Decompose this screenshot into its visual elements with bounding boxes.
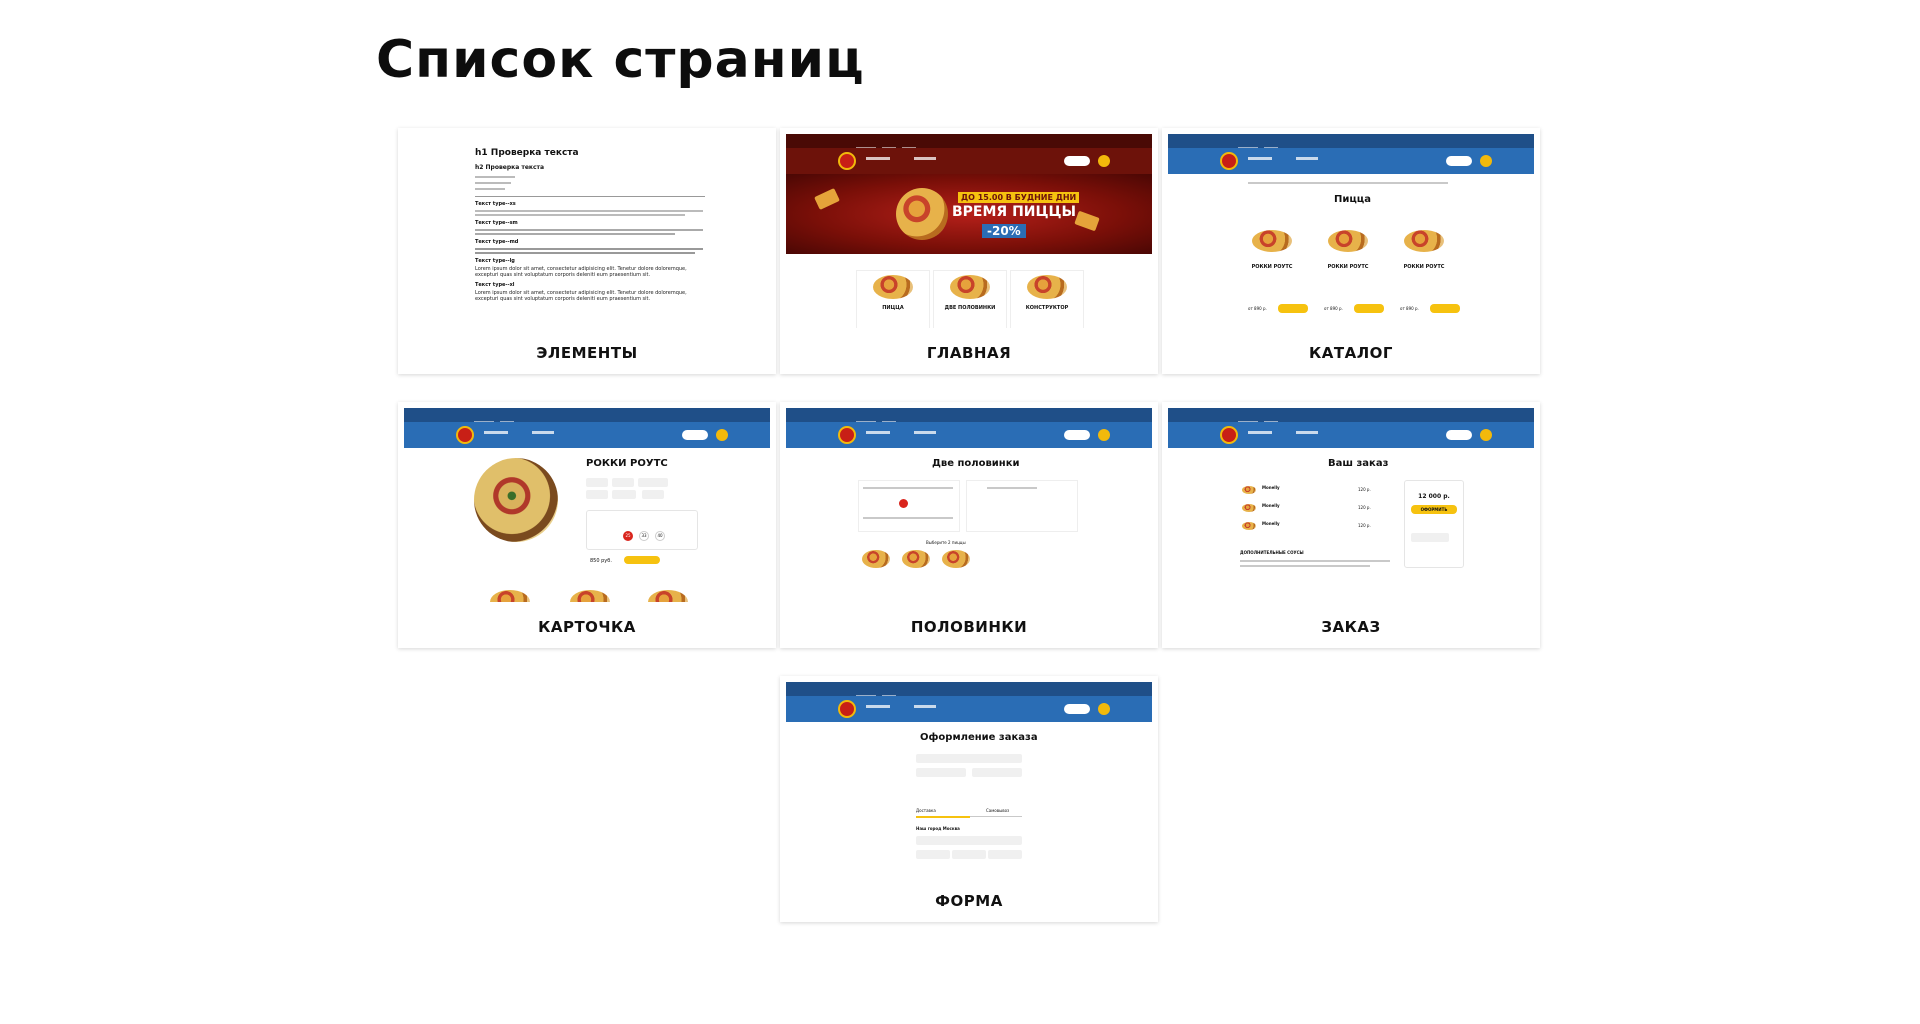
elements-type-md: Текст type--md — [475, 239, 519, 245]
elements-type-xs: Текст type--xs — [475, 201, 516, 207]
sauces-heading: ДОПОЛНИТЕЛЬНЫЕ СОУСЫ — [1240, 550, 1304, 555]
product-heading: РОККИ РОУТС — [586, 458, 668, 469]
elements-type-lg: Текст type--lg — [475, 258, 515, 264]
tile-pizza[interactable]: ПИЦЦА — [856, 270, 930, 328]
elements-lorem-2: Lorem ipsum dolor sit amet, consectetur … — [475, 290, 687, 302]
page-card-product[interactable]: РОККИ РОУТС 25 33 40 850 руб. КАРТОЧКА — [398, 402, 776, 648]
page-thumbnail-order: Ваш заказ Monelly 120 р. Monelly 120 р. … — [1168, 408, 1534, 602]
add-to-cart-button[interactable] — [624, 556, 660, 564]
select-button[interactable] — [1430, 304, 1460, 313]
promo-banner[interactable]: ДО 15.00 В БУДНИЕ ДНИ ВРЕМЯ ПИЦЦЫ -20% — [786, 174, 1152, 254]
elements-h1: h1 Проверка текста — [475, 148, 579, 158]
page-card-elements[interactable]: h1 Проверка текста h2 Проверка текста Те… — [398, 128, 776, 374]
card-label: ЭЛЕМЕНТЫ — [536, 344, 638, 362]
order-item-name: Monelly — [1262, 521, 1280, 526]
card-label: ПОЛОВИНКИ — [910, 618, 1028, 636]
banner-discount: -20% — [982, 224, 1026, 238]
catalog-heading: Пицца — [1334, 194, 1371, 205]
order-item-price: 120 р. — [1358, 505, 1371, 510]
product-name: РОККИ РОУТС — [1327, 264, 1369, 270]
page-title: Список страниц — [376, 30, 865, 90]
halves-heading: Две половинки — [932, 458, 1020, 469]
product-price: от 890 р. — [1248, 306, 1267, 311]
product-price: 850 руб. — [590, 558, 612, 564]
select-button[interactable] — [1278, 304, 1308, 313]
page-card-main[interactable]: ДО 15.00 В БУДНИЕ ДНИ ВРЕМЯ ПИЦЦЫ -20% П… — [780, 128, 1158, 374]
halves-choose: Выберите 2 пиццы — [926, 540, 966, 545]
checkout-button[interactable]: ОФОРМИТЬ — [1411, 505, 1457, 514]
tile-constructor[interactable]: КОНСТРУКТОР — [1010, 270, 1084, 328]
order-total: 12 000 р. — [1418, 493, 1450, 500]
order-item-price: 120 р. — [1358, 523, 1371, 528]
banner-line1: ДО 15.00 В БУДНИЕ ДНИ — [958, 192, 1080, 203]
banner-line2: ВРЕМЯ ПИЦЦЫ — [952, 204, 1076, 220]
page-card-halves[interactable]: Две половинки Выберите 2 пиццы ПОЛОВИНКИ — [780, 402, 1158, 648]
page-card-form[interactable]: Оформление заказа Доставка Самовывоз Наш… — [780, 676, 1158, 922]
form-heading: Оформление заказа — [920, 732, 1038, 743]
page-card-catalog[interactable]: Пицца РОККИ РОУТС РОККИ РОУТС РОККИ РОУТ… — [1162, 128, 1540, 374]
page-thumbnail-form: Оформление заказа Доставка Самовывоз Наш… — [786, 682, 1152, 876]
tile-halves[interactable]: ДВЕ ПОЛОВИНКИ — [933, 270, 1007, 328]
order-item-name: Monelly — [1262, 485, 1280, 490]
page-thumbnail-halves: Две половинки Выберите 2 пиццы — [786, 408, 1152, 602]
order-heading: Ваш заказ — [1328, 458, 1389, 469]
elements-lorem: Lorem ipsum dolor sit amet, consectetur … — [475, 266, 687, 278]
order-item-price: 120 р. — [1358, 487, 1371, 492]
page-thumbnail-product: РОККИ РОУТС 25 33 40 850 руб. — [404, 408, 770, 602]
page-thumbnail-elements: h1 Проверка текста h2 Проверка текста Те… — [404, 134, 770, 328]
product-name: РОККИ РОУТС — [1403, 264, 1445, 270]
tab-pickup[interactable]: Самовывоз — [986, 808, 1009, 813]
elements-h2: h2 Проверка текста — [475, 164, 545, 171]
card-label: КАТАЛОГ — [1309, 344, 1393, 362]
product-name: РОККИ РОУТС — [1251, 264, 1293, 270]
card-label: ГЛАВНАЯ — [926, 344, 1012, 362]
select-button[interactable] — [1354, 304, 1384, 313]
order-item-name: Monelly — [1262, 503, 1280, 508]
size-option[interactable]: 25 — [623, 531, 633, 541]
size-option[interactable]: 33 — [639, 531, 649, 541]
tile-label: ДВЕ ПОЛОВИНКИ — [944, 305, 996, 311]
product-price: от 890 р. — [1400, 306, 1419, 311]
product-price: от 890 р. — [1324, 306, 1343, 311]
card-label: КАРТОЧКА — [538, 618, 636, 636]
tile-label: ПИЦЦА — [882, 305, 904, 311]
page-card-order[interactable]: Ваш заказ Monelly 120 р. Monelly 120 р. … — [1162, 402, 1540, 648]
size-option[interactable]: 40 — [655, 531, 665, 541]
tab-delivery[interactable]: Доставка — [916, 808, 936, 813]
card-label: ФОРМА — [935, 892, 1003, 910]
page-thumbnail-catalog: Пицца РОККИ РОУТС РОККИ РОУТС РОККИ РОУТ… — [1168, 134, 1534, 328]
page-thumbnail-main: ДО 15.00 В БУДНИЕ ДНИ ВРЕМЯ ПИЦЦЫ -20% П… — [786, 134, 1152, 328]
card-label: ЗАКАЗ — [1321, 618, 1381, 636]
elements-type-sm: Текст type--sm — [475, 220, 518, 226]
elements-type-xl: Текст type--xl — [475, 282, 515, 288]
form-address-label: Наш город Москва — [916, 826, 960, 831]
tile-label: КОНСТРУКТОР — [1025, 305, 1069, 311]
